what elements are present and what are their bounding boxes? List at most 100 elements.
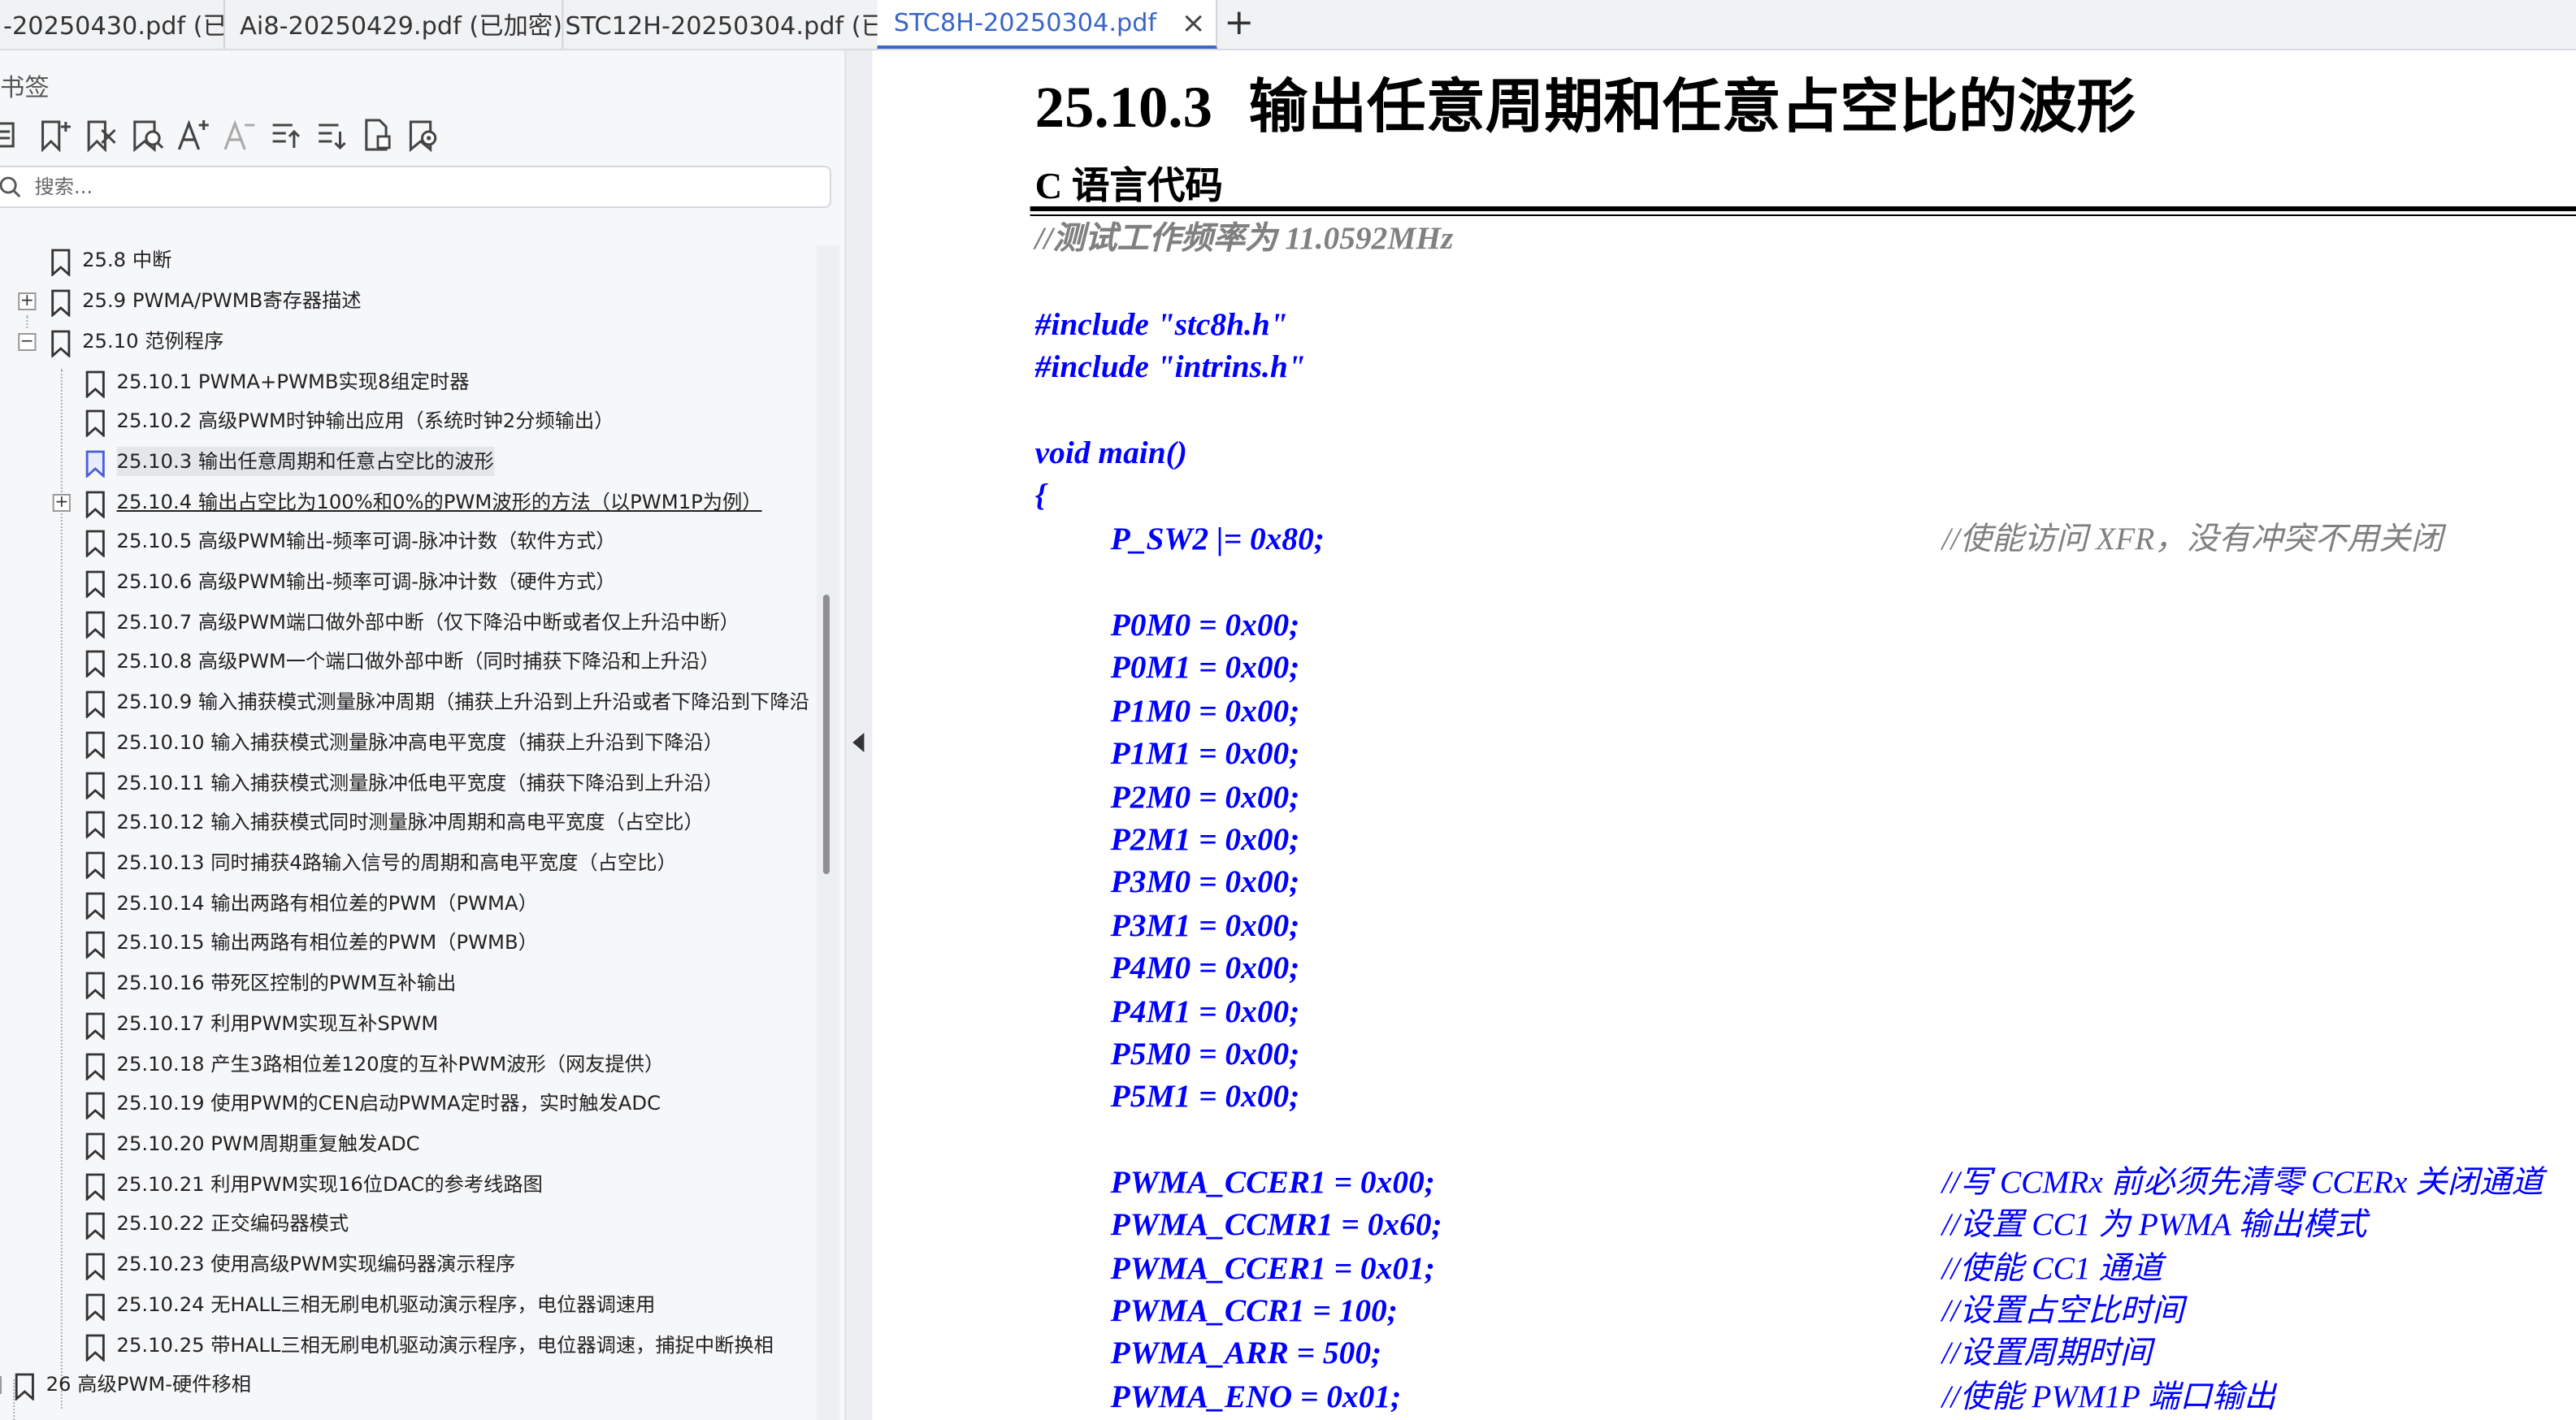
bookmark-row[interactable]: 25.10.9 输入捕获模式测量脉冲周期（捕获上升沿到上升沿或者下降沿到下降沿 — [0, 684, 822, 723]
expand-all-icon[interactable] — [267, 115, 302, 154]
code-line: PWMA_ENO = 0x01; — [1110, 1380, 1402, 1414]
bookmark-row[interactable]: 25.10.23 使用高级PWM实现编码器演示程序 — [0, 1246, 822, 1285]
find-bookmark-icon[interactable] — [128, 115, 164, 154]
close-tab-icon[interactable]: × — [1181, 6, 1206, 41]
code-line: P_SW2 |= 0x80; — [1110, 523, 1325, 557]
code-line-comment: //使能访问 XFR，没有冲突不用关闭 — [1941, 523, 2444, 557]
code-line: PWMA_CCER1 = 0x00; — [1110, 1167, 1435, 1201]
bookmark-icon — [85, 611, 105, 640]
expand-icon[interactable]: + — [52, 494, 71, 512]
code-line: P5M0 = 0x00; — [1110, 1038, 1300, 1072]
bookmark-row[interactable]: 25.10.14 输出两路有相位差的PWM（PWMA） — [0, 885, 822, 924]
bookmark-label: 25.10.19 使用PWM的CEN启动PWMA定时器，实时触发ADC — [116, 1092, 661, 1115]
bookmark-label: 25.10 范例程序 — [82, 330, 224, 353]
bookmark-row[interactable]: 25.10.22 正交编码器模式 — [0, 1206, 822, 1245]
code-comment: //测试工作频率为 11.0592MHz — [1034, 223, 1454, 257]
code-line: P0M1 = 0x00; — [1110, 652, 1300, 686]
bookmark-icon — [85, 491, 105, 520]
outline-list-icon[interactable] — [0, 115, 20, 154]
bookmark-row[interactable]: 25.10.8 高级PWM一个端口做外部中断（同时捕获下降沿和上升沿） — [0, 643, 822, 682]
font-decrease-icon[interactable] — [220, 115, 256, 154]
bookmark-search-input[interactable] — [31, 171, 810, 203]
code-line: P2M1 = 0x00; — [1110, 824, 1300, 858]
collapse-icon[interactable]: − — [18, 333, 37, 351]
bookmark-row[interactable]: 25.10.1 PWMA+PWMB实现8组定时器 — [0, 364, 822, 403]
bookmark-row[interactable]: 25.10.12 输入捕获模式同时测量脉冲周期和高电平宽度（占空比） — [0, 804, 822, 843]
bookmark-row[interactable]: +25.9 PWMA/PWMB寄存器描述 — [0, 283, 822, 322]
bookmark-row[interactable]: 25.10.16 带死区控制的PWM互补输出 — [0, 965, 822, 1004]
bookmark-row[interactable]: 25.10.24 无HALL三相无刷电机驱动演示程序，电位器调速用 — [0, 1287, 822, 1326]
bookmark-row[interactable]: 25.8 中断 — [0, 242, 822, 281]
bookmark-row[interactable]: 25.10.13 同时捕获4路输入信号的周期和高电平宽度（占空比） — [0, 845, 822, 884]
bookmark-row[interactable]: 25.10.21 利用PWM实现16位DAC的参考线路图 — [0, 1167, 822, 1206]
font-increase-icon[interactable] — [174, 115, 210, 154]
new-tab-icon[interactable]: + — [1224, 3, 1254, 44]
bookmark-label: 25.10.7 高级PWM端口做外部中断（仅下降沿中断或者仅上升沿中断） — [116, 611, 739, 634]
bookmark-icon — [85, 530, 105, 559]
bookmark-row[interactable]: 25.10.5 高级PWM输出-频率可调-脉冲计数（软件方式） — [0, 523, 822, 562]
bookmark-icon — [85, 772, 105, 801]
bookmark-row[interactable]: 25.10.7 高级PWM端口做外部中断（仅下降沿中断或者仅上升沿中断） — [0, 604, 822, 643]
bookmark-search-box — [0, 166, 831, 208]
add-bookmark-icon[interactable] — [36, 115, 72, 154]
code-line-comment: //设置周期时间 — [1941, 1337, 2153, 1372]
bookmark-panel-title: 书签 — [0, 73, 50, 102]
bookmark-row[interactable]: +25.10.4 输出占空比为100%和0%的PWM波形的方法（以PWM1P为例… — [0, 484, 822, 523]
pdf-page-view: 25.10.3 输出任意周期和任意占空比的波形 C 语言代码 //测试工作频率为 … — [872, 50, 2576, 1420]
expand-icon[interactable]: + — [0, 1376, 2, 1394]
bookmark-label: 25.10.12 输入捕获模式同时测量脉冲周期和高电平宽度（占空比） — [116, 811, 704, 833]
bookmark-row[interactable]: 25.10.17 利用PWM实现互补SPWM — [0, 1006, 822, 1045]
bookmark-row[interactable]: 25.10.18 产生3路相位差120度的互补PWM波形（网友提供） — [0, 1046, 822, 1085]
bookmark-label: 25.10.14 输出两路有相位差的PWM（PWMA） — [116, 892, 538, 915]
bookmark-label: 25.10.1 PWMA+PWMB实现8组定时器 — [116, 370, 470, 393]
section-title: 输出任意周期和任意占空比的波形 — [1248, 75, 2136, 140]
tab-ai-20250430[interactable]: -20250430.pdf (已... — [0, 0, 225, 49]
delete-bookmark-icon[interactable] — [82, 115, 118, 154]
bookmark-tree: 25.8 中断 +25.9 PWMA/PWMB寄存器描述 − 25.10 范例程序 25… — [0, 242, 822, 1420]
code-line: PWMA_CCR1 = 100; — [1110, 1294, 1398, 1329]
bookmark-label: 25.10.16 带死区控制的PWM互补输出 — [116, 972, 457, 994]
collapse-all-icon[interactable] — [312, 115, 348, 154]
bookmark-icon — [85, 409, 105, 439]
code-line: P4M1 = 0x00; — [1110, 995, 1300, 1030]
bookmark-row[interactable]: 25.10.25 带HALL三相无刷电机驱动演示程序，电位器调速，捕捉中断换相 — [0, 1327, 822, 1366]
expand-icon[interactable]: + — [18, 292, 37, 310]
section-heading: 25.10.3 输出任意周期和任意占空比的波形 — [1035, 60, 2136, 145]
bookmark-row[interactable]: 25.10.10 输入捕获模式测量脉冲高电平宽度（捕获上升沿到下降沿） — [0, 725, 822, 764]
bookmark-row[interactable]: 25.10.19 使用PWM的CEN启动PWMA定时器，实时触发ADC — [0, 1085, 822, 1124]
bookmark-icon — [85, 1012, 105, 1041]
bookmark-icon — [85, 811, 105, 840]
bookmark-label: 26 高级PWM-硬件移相 — [46, 1373, 252, 1396]
bookmark-row[interactable]: 25.10.15 输出两路有相位差的PWM（PWMB） — [0, 924, 822, 963]
bookmark-label: 25.10.13 同时捕获4路输入信号的周期和高电平宽度（占空比） — [116, 851, 677, 874]
bookmark-label: 25.10.23 使用高级PWM实现编码器演示程序 — [116, 1253, 516, 1275]
bookmark-row[interactable]: +26 高级PWM-硬件移相 — [0, 1366, 822, 1405]
code-line-comment: //设置占空比时间 — [1941, 1294, 2184, 1329]
bookmark-label: 25.10.2 高级PWM时钟输出应用（系统时钟2分频输出） — [116, 409, 614, 432]
bookmark-icon — [85, 931, 105, 960]
collapse-panel-icon[interactable] — [852, 733, 865, 752]
bookmark-properties-icon[interactable] — [358, 115, 394, 154]
tab-stc12h-20250304[interactable]: STC12H-20250304.pdf (已... — [549, 0, 892, 49]
code-line: P3M0 = 0x00; — [1110, 866, 1300, 901]
bookmark-icon — [51, 289, 71, 318]
code-line: P1M0 = 0x00; — [1110, 695, 1300, 729]
bookmark-icon — [85, 650, 105, 679]
bookmark-label: 25.10.18 产生3路相位差120度的互补PWM波形（网友提供） — [116, 1053, 665, 1076]
bookmark-icon — [85, 370, 105, 400]
bookmark-label: 25.10.24 无HALL三相无刷电机驱动演示程序，电位器调速用 — [116, 1293, 656, 1316]
bookmark-label: 25.9 PWMA/PWMB寄存器描述 — [82, 289, 362, 312]
bookmark-row[interactable]: 25.10.3 输出任意周期和任意占空比的波形 — [0, 444, 822, 483]
bookmark-row[interactable]: − 25.10 范例程序 — [0, 323, 822, 362]
bookmark-row[interactable]: 25.10.11 输入捕获模式测量脉冲低电平宽度（捕获下降沿到上升沿） — [0, 765, 822, 804]
bookmark-row[interactable]: 25.10.6 高级PWM输出-频率可调-脉冲计数（硬件方式） — [0, 564, 822, 603]
bookmark-current-icon[interactable] — [404, 115, 440, 154]
bookmark-row[interactable]: 25.10.2 高级PWM时钟输出应用（系统时钟2分频输出） — [0, 403, 822, 442]
section-number: 25.10.3 — [1034, 75, 1213, 140]
bookmark-row[interactable]: 25.10.20 PWM周期重复触发ADC — [0, 1126, 822, 1165]
search-icon — [0, 174, 21, 197]
tab-label: -20250430.pdf (已... — [3, 11, 223, 40]
tab-ai8-20250429[interactable]: Ai8-20250429.pdf (已加密) — [223, 0, 564, 49]
tab-stc8h-20250304[interactable]: STC8H-20250304.pdf (... × — [877, 0, 1218, 49]
bookmark-scrollbar-thumb[interactable] — [822, 595, 830, 874]
